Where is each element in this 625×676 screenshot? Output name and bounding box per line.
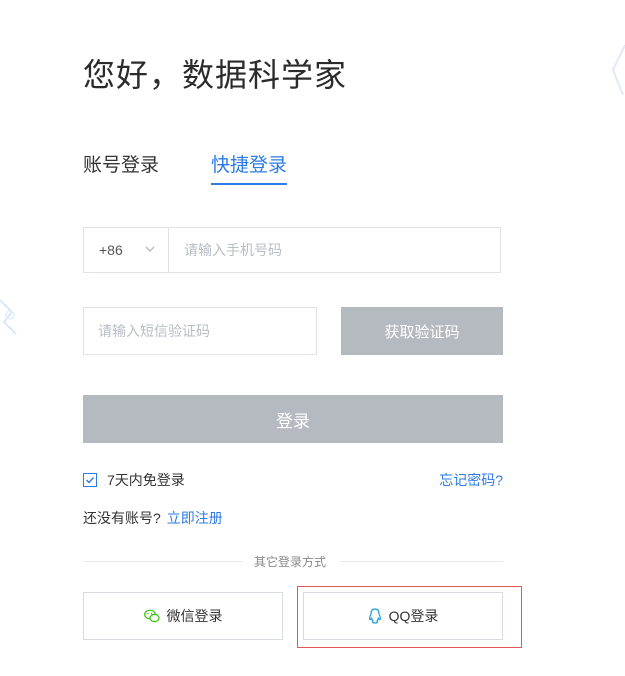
chevron-down-icon (145, 246, 155, 252)
snowflake-decoration-icon (0, 299, 17, 335)
phone-field-group: +86 (83, 227, 501, 273)
qq-login-button[interactable]: QQ登录 (303, 592, 503, 640)
wechat-label: 微信登录 (166, 608, 223, 624)
register-link[interactable]: 立即注册 (167, 510, 223, 526)
snowflake-decoration-icon (611, 45, 625, 96)
check-icon (86, 477, 95, 484)
country-code-value: +86 (99, 242, 123, 258)
login-button[interactable]: 登录 (83, 395, 503, 443)
tab-quick-login[interactable]: 快捷登录 (211, 150, 288, 185)
wechat-login-button[interactable]: 微信登录 (83, 592, 283, 640)
wechat-icon (143, 609, 160, 623)
no-account-text: 还没有账号? 立即注册 (83, 508, 223, 528)
country-code-select[interactable]: +86 (84, 228, 169, 272)
get-code-button[interactable]: 获取验证码 (341, 307, 503, 355)
tab-account-login[interactable]: 账号登录 (83, 150, 159, 183)
remember-me: 7天内免登录 (83, 470, 185, 490)
other-login-methods-label: 其它登录方式 (254, 555, 327, 569)
qq-label: QQ登录 (388, 608, 439, 624)
page-title: 您好，数据科学家 (83, 57, 348, 93)
no-account-label: 还没有账号? (83, 510, 161, 526)
divider-left (83, 561, 243, 562)
qq-icon (368, 608, 381, 624)
remember-checkbox[interactable] (83, 473, 97, 487)
phone-input[interactable] (170, 228, 500, 272)
remember-label: 7天内免登录 (107, 472, 185, 488)
divider-right (340, 561, 503, 562)
sms-code-input[interactable] (83, 307, 317, 355)
forgot-password-link[interactable]: 忘记密码? (439, 470, 503, 490)
